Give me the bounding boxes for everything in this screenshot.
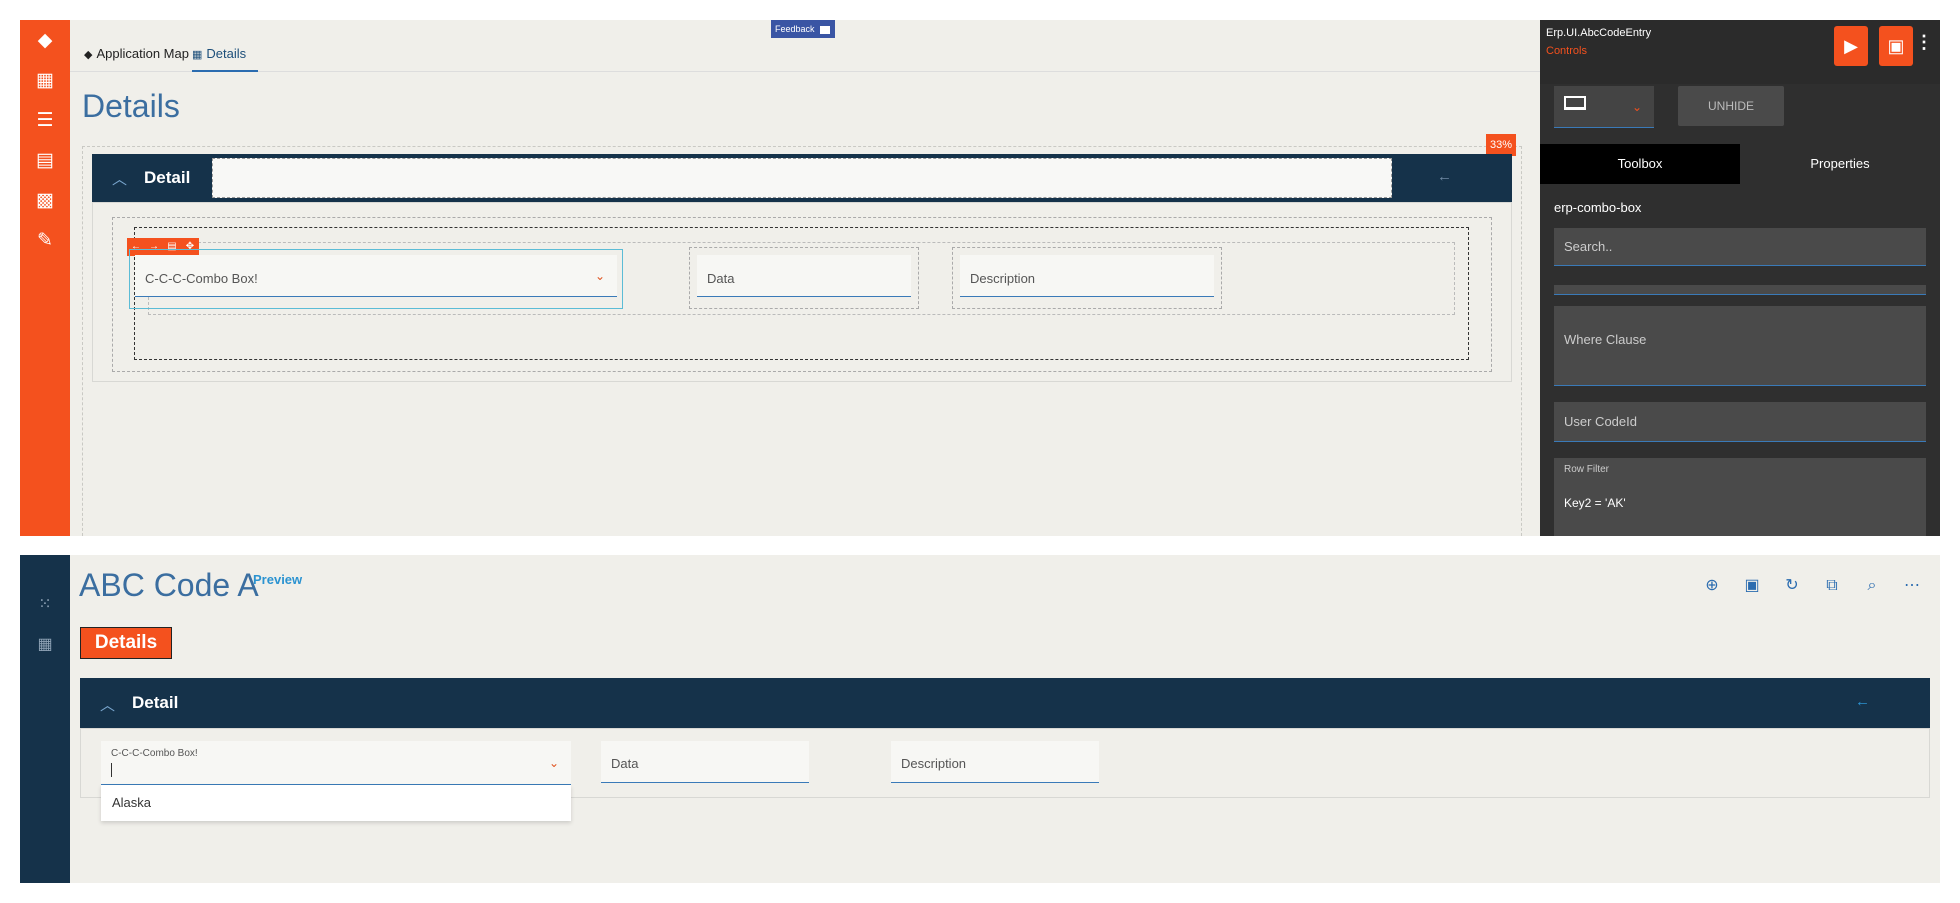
chevron-up-icon[interactable]: ︿ [100, 694, 115, 715]
preview-badge: Preview [253, 572, 303, 587]
designer-view: ◆ ▦ ☰ ▤ ▩ ✎ ◆ Application Map ▦ Details Fe… [20, 20, 1940, 536]
panel-header: Erp.UI.AbcCodeEntry Controls ▶ ▣ ⋮ [1540, 20, 1940, 84]
feedback-button[interactable]: Feedback [771, 20, 835, 38]
app-name: Erp.UI.AbcCodeEntry [1546, 27, 1652, 39]
laptop-icon [1564, 96, 1586, 110]
add-icon[interactable]: ⊕ [1701, 575, 1723, 597]
device-select[interactable]: ⌄ [1554, 86, 1654, 128]
row-filter-field[interactable]: Row Filter Key2 = 'AK' [1554, 458, 1926, 536]
data-field[interactable]: Data [601, 741, 809, 783]
layers-icon: ◆ [84, 49, 93, 61]
chevron-up-icon[interactable]: ︿ [112, 168, 127, 189]
comment-icon [819, 25, 830, 34]
tab-properties[interactable]: Properties [1740, 144, 1940, 184]
more-vert-icon[interactable]: ⋮ [1915, 32, 1933, 53]
chevron-down-icon[interactable]: ⌄ [549, 756, 559, 770]
save-icon: ▣ [1887, 36, 1905, 56]
properties-panel: Erp.UI.AbcCodeEntry Controls ▶ ▣ ⋮ ⌄ UNH… [1540, 20, 1940, 536]
refresh-icon[interactable]: ↻ [1781, 575, 1803, 597]
checklist-icon[interactable]: ☰ [32, 108, 58, 134]
detail-title: Detail [144, 168, 191, 187]
row-filter-value: Key2 = 'AK' [1564, 496, 1626, 510]
search-input[interactable]: Search.. [1554, 228, 1926, 266]
panel-tabs: Toolbox Properties [1540, 144, 1940, 184]
page-title: Details [82, 88, 180, 124]
apps-icon[interactable]: ⁙ [35, 595, 55, 615]
search-icon[interactable]: ⌕ [1861, 575, 1883, 597]
header-drop-zone[interactable] [212, 158, 1392, 198]
section-label: Controls [1546, 45, 1587, 57]
save-icon[interactable]: ▣ [1741, 575, 1763, 597]
dashboard-icon[interactable]: ▦ [35, 635, 55, 655]
layout-icon: ▦ [192, 49, 203, 61]
tab-details[interactable]: ▦ Details [192, 46, 258, 72]
tab-application-map[interactable]: ◆ Application Map [84, 46, 189, 72]
where-clause-field[interactable]: Where Clause [1554, 306, 1926, 386]
unhide-button[interactable]: UNHIDE [1678, 86, 1784, 126]
combo-box-field[interactable]: C-C-C-Combo Box! ⌄ [135, 255, 617, 297]
data-field[interactable]: Data [697, 255, 911, 297]
detail-panel-header[interactable]: ︿ Detail ← [92, 154, 1512, 202]
run-button[interactable]: ▶ [1834, 26, 1868, 66]
grid-icon[interactable]: ▩ [32, 188, 58, 214]
page-title: ABC Code A [79, 567, 259, 603]
chevron-down-icon[interactable]: ⌄ [595, 269, 605, 283]
row-filter-label: Row Filter [1564, 464, 1610, 475]
description-field[interactable]: Description [891, 741, 1099, 783]
control-name: erp-combo-box [1554, 200, 1642, 215]
combo-label: C-C-C-Combo Box! [111, 748, 198, 759]
combo-box-field[interactable]: C-C-C-Combo Box! ⌄ [101, 741, 571, 785]
zoom-badge: 33% [1486, 134, 1516, 156]
scrolled-field[interactable] [1554, 285, 1926, 295]
save-button[interactable]: ▣ [1879, 26, 1913, 66]
detail-panel-header[interactable]: ︿ Detail ← [80, 678, 1930, 728]
tab-toolbox[interactable]: Toolbox [1540, 144, 1740, 184]
play-icon: ▶ [1844, 36, 1858, 56]
arrow-left-icon[interactable]: ← [1437, 168, 1452, 185]
user-codeid-field[interactable]: User CodeId [1554, 402, 1926, 442]
dropdown-option[interactable]: Alaska [101, 785, 571, 821]
description-field[interactable]: Description [960, 255, 1214, 297]
details-button[interactable]: Details [80, 627, 172, 659]
arrow-left-icon[interactable]: ← [1855, 693, 1870, 710]
edit-document-icon[interactable]: ✎ [32, 228, 58, 254]
preview-view: ⁙ ▦ ABC Code A Preview ⊕ ▣ ↻ ⧉ ⌕ ⋯ Detai… [20, 555, 1940, 883]
detail-title: Detail [132, 693, 179, 712]
layers-icon[interactable]: ◆ [32, 28, 58, 54]
preview-sidebar: ⁙ ▦ [20, 555, 70, 883]
designer-sidebar: ◆ ▦ ☰ ▤ ▩ ✎ [20, 20, 70, 536]
copy-icon[interactable]: ⧉ [1821, 575, 1843, 597]
hierarchy-icon[interactable]: ▤ [32, 148, 58, 174]
layout-icon[interactable]: ▦ [32, 68, 58, 94]
more-icon[interactable]: ⋯ [1901, 575, 1923, 597]
text-caret [111, 763, 112, 777]
chevron-down-icon: ⌄ [1631, 100, 1642, 114]
